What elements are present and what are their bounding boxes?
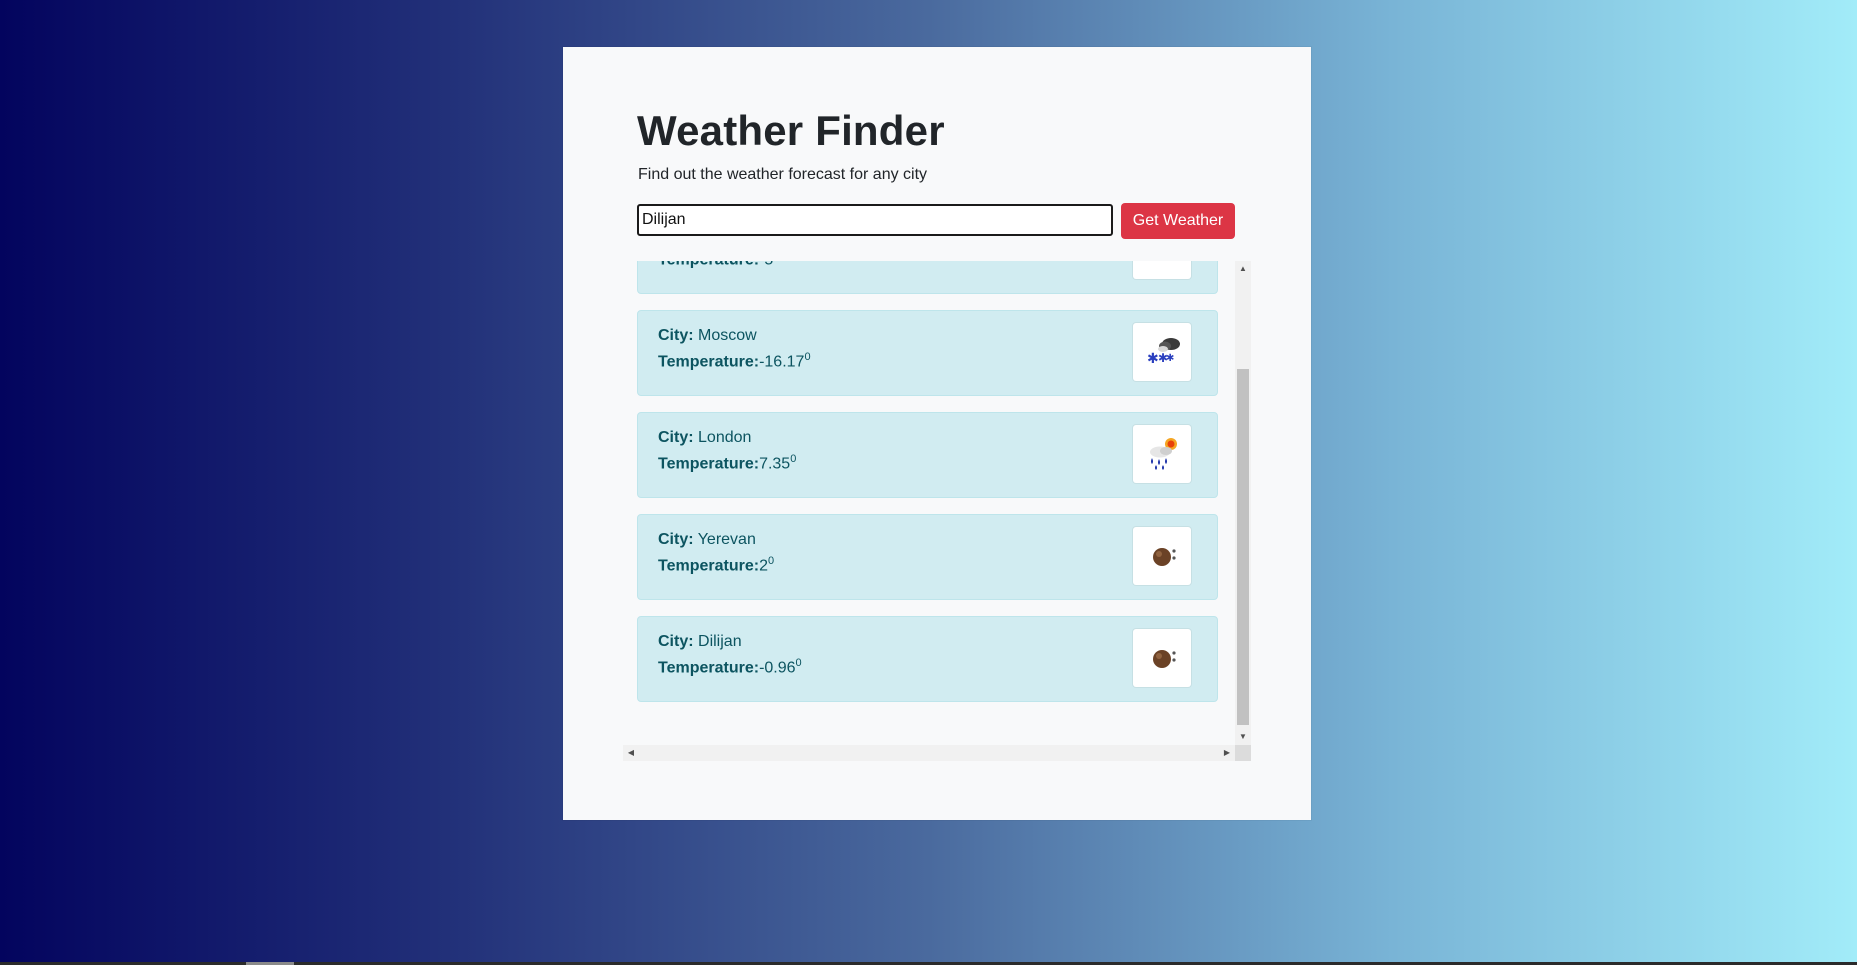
city-search-input[interactable] [637, 204, 1113, 236]
rain-sun-icon [1133, 425, 1191, 483]
scroll-down-arrow-icon[interactable]: ▼ [1235, 729, 1251, 745]
get-weather-button[interactable]: Get Weather [1121, 203, 1235, 239]
city-line: City: Moscow [658, 327, 757, 345]
city-label: City: [658, 531, 694, 548]
degree-mark: 0 [767, 555, 775, 567]
degree-mark: 0 [795, 657, 802, 669]
weather-result-card: City: London Temperature:7.350 [637, 412, 1218, 498]
weather-result-card: City: Dilijan Temperature:-0.960 [637, 616, 1218, 702]
temperature-value: 2 [759, 557, 768, 575]
city-label: City: [658, 633, 694, 650]
page-subtitle: Find out the weather forecast for any ci… [638, 166, 928, 183]
vertical-scroll-thumb[interactable] [1237, 369, 1249, 725]
temperature-line: Temperature:20 [658, 555, 774, 575]
temperature-line: Temperature:-0.960 [658, 657, 802, 677]
weather-panel: Weather Finder Find out the weather fore… [563, 47, 1311, 820]
fog-icon [1133, 629, 1191, 687]
city-line: City: London [658, 429, 751, 447]
temperature-label: Temperature: [658, 557, 760, 575]
degree-mark: 0 [804, 351, 811, 363]
temperature-value: 7.35 [759, 455, 791, 473]
results-list[interactable]: City: GyumriTemperature:-50 City: Moscow T… [623, 261, 1233, 745]
city-name: Yerevan [697, 531, 756, 548]
snow-cloud-icon: ✱ ✱ ✱ [1133, 323, 1191, 381]
temperature-line: Temperature:-16.170 [658, 351, 811, 371]
page-title: Weather Finder [637, 107, 945, 154]
temperature-line: Temperature:-50 [658, 261, 779, 269]
results-list-content: City: GyumriTemperature:-50 City: Moscow T… [637, 261, 1218, 718]
city-label: City: [658, 327, 694, 344]
temperature-label: Temperature: [658, 261, 759, 268]
weather-result-card: City: Moscow Temperature:-16.170 ✱ ✱ ✱ [637, 310, 1218, 396]
svg-text:✱: ✱ [1166, 353, 1174, 364]
fog-icon [1133, 527, 1191, 585]
city-name: Moscow [698, 327, 757, 344]
svg-text:✱: ✱ [1147, 351, 1159, 367]
weather-result-card: City: GyumriTemperature:-50 [637, 261, 1218, 294]
scroll-up-arrow-icon[interactable]: ▲ [1235, 261, 1251, 277]
scroll-left-arrow-icon[interactable]: ◀ [623, 745, 639, 761]
weather-result-card: City: Yerevan Temperature:20 [637, 514, 1218, 600]
degree-mark: 0 [790, 453, 797, 465]
city-name: London [698, 429, 752, 446]
scroll-right-arrow-icon[interactable]: ▶ [1219, 745, 1235, 761]
city-label: City: [658, 429, 694, 446]
temperature-label: Temperature: [658, 659, 760, 677]
temperature-value: -0.96 [759, 659, 796, 677]
temperature-label: Temperature: [658, 353, 760, 371]
horizontal-scrollbar[interactable]: ◀ ▶ [623, 745, 1235, 761]
temperature-value: -5 [759, 261, 773, 268]
vertical-scrollbar[interactable]: ▲ ▼ [1235, 261, 1251, 745]
city-name: Dilijan [698, 633, 742, 650]
fog-icon [1133, 261, 1191, 279]
city-line: City: Dilijan [658, 633, 742, 651]
scrollbar-corner [1235, 745, 1251, 761]
temperature-label: Temperature: [658, 455, 760, 473]
temperature-value: -16.17 [759, 353, 805, 371]
temperature-line: Temperature:7.350 [658, 453, 796, 473]
city-line: City: Yerevan [658, 531, 756, 549]
